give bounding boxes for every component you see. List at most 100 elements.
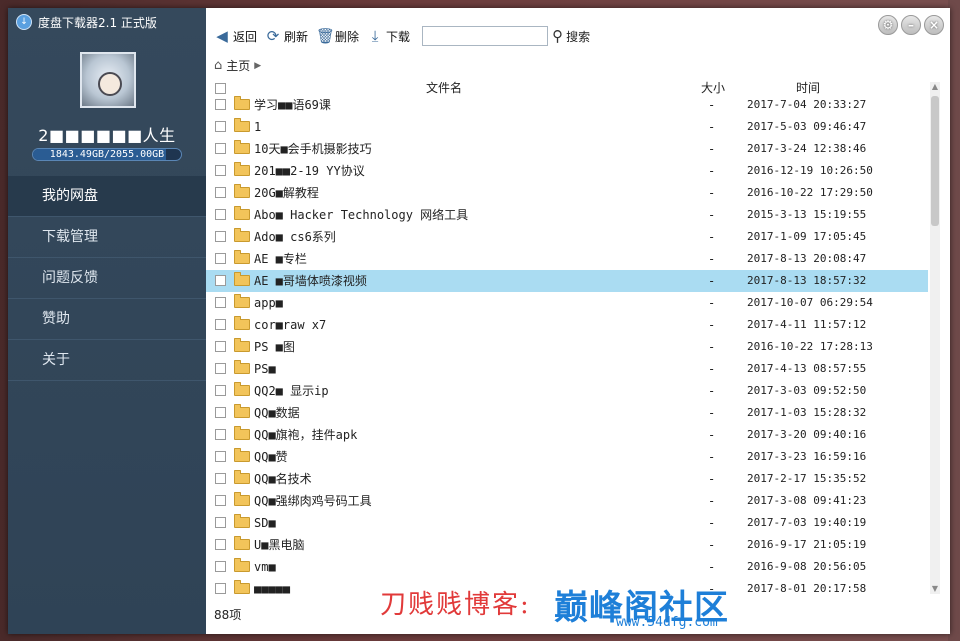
file-row[interactable]: U■黑电脑 - 2016-9-17 21:05:19: [206, 534, 928, 556]
row-checkbox[interactable]: [215, 275, 226, 286]
file-row[interactable]: QQ2■ 显示ip - 2017-3-03 09:52:50: [206, 380, 928, 402]
file-row[interactable]: 1 - 2017-5-03 09:46:47: [206, 116, 928, 138]
vertical-scrollbar[interactable]: ▲ ▼: [930, 82, 940, 594]
close-button[interactable]: ×: [924, 15, 944, 35]
row-checkbox[interactable]: [215, 99, 226, 110]
file-row[interactable]: QQ■数据 - 2017-1-03 15:28:32: [206, 402, 928, 424]
file-name[interactable]: Abo■ Hacker Technology 网络工具: [254, 204, 468, 226]
sidebar-item[interactable]: 赞助: [8, 299, 206, 340]
sidebar-item[interactable]: 下载管理: [8, 217, 206, 258]
file-name[interactable]: 201■■2-19 YY协议: [254, 160, 365, 182]
file-name[interactable]: ■■■■■: [254, 578, 290, 594]
file-name[interactable]: cor■raw x7: [254, 314, 326, 336]
refresh-button[interactable]: ⟳ 刷新: [265, 27, 308, 45]
row-checkbox[interactable]: [215, 583, 226, 594]
file-name[interactable]: Ado■ cs6系列: [254, 226, 336, 248]
file-name[interactable]: QQ■名技术: [254, 468, 312, 490]
file-row[interactable]: AE ■专栏 - 2017-8-13 20:08:47: [206, 248, 928, 270]
file-name[interactable]: AE ■哥墙体喷漆视频: [254, 270, 367, 292]
file-time: 2017-3-23 16:59:16: [747, 450, 867, 463]
file-name[interactable]: QQ■强绑肉鸡号码工具: [254, 490, 372, 512]
search-button[interactable]: ⚲ 搜索: [552, 27, 590, 45]
app-title: 度盘下载器2.1 正式版: [38, 15, 157, 30]
window-controls: ⚙ – ×: [878, 15, 944, 35]
file-row[interactable]: 20G■解教程 - 2016-10-22 17:29:50: [206, 182, 928, 204]
folder-icon: [234, 580, 250, 594]
file-name[interactable]: 1: [254, 116, 261, 138]
row-checkbox[interactable]: [215, 539, 226, 550]
download-button[interactable]: ⤓ 下载: [367, 27, 410, 45]
file-name[interactable]: PS■: [254, 358, 276, 380]
file-row[interactable]: QQ■旗袍，挂件apk - 2017-3-20 09:40:16: [206, 424, 928, 446]
scroll-down-icon[interactable]: ▼: [930, 584, 940, 594]
file-row[interactable]: Abo■ Hacker Technology 网络工具 - 2015-3-13 15…: [206, 204, 928, 226]
row-checkbox[interactable]: [215, 319, 226, 330]
file-name[interactable]: PS ■图: [254, 336, 295, 358]
row-checkbox[interactable]: [215, 451, 226, 462]
app-window: ↓ 度盘下载器2.1 正式版 2■■■■■■人生 1843.49GB/2055.…: [8, 8, 950, 634]
file-row[interactable]: cor■raw x7 - 2017-4-11 11:57:12: [206, 314, 928, 336]
row-checkbox[interactable]: [215, 165, 226, 176]
file-name[interactable]: 学习■■语69课: [254, 94, 331, 116]
settings-button[interactable]: ⚙: [878, 15, 898, 35]
folder-icon: [234, 536, 250, 550]
file-name[interactable]: SD■: [254, 512, 276, 534]
file-row[interactable]: 201■■2-19 YY协议 - 2016-12-19 10:26:50: [206, 160, 928, 182]
file-name[interactable]: vm■: [254, 556, 276, 578]
file-size: -: [708, 384, 716, 398]
row-checkbox[interactable]: [215, 495, 226, 506]
folder-icon: [234, 250, 250, 264]
breadcrumb-home[interactable]: 主页: [226, 57, 250, 74]
file-name[interactable]: QQ■数据: [254, 402, 300, 424]
file-name[interactable]: AE ■专栏: [254, 248, 307, 270]
file-row[interactable]: SD■ - 2017-7-03 19:40:19: [206, 512, 928, 534]
row-checkbox[interactable]: [215, 407, 226, 418]
file-name[interactable]: QQ2■ 显示ip: [254, 380, 329, 402]
file-row[interactable]: QQ■强绑肉鸡号码工具 - 2017-3-08 09:41:23: [206, 490, 928, 512]
row-checkbox[interactable]: [215, 121, 226, 132]
file-row[interactable]: app■ - 2017-10-07 06:29:54: [206, 292, 928, 314]
file-name[interactable]: 20G■解教程: [254, 182, 319, 204]
file-row[interactable]: PS■ - 2017-4-13 08:57:55: [206, 358, 928, 380]
row-checkbox[interactable]: [215, 143, 226, 154]
scroll-thumb[interactable]: [931, 96, 939, 226]
file-row[interactable]: 学习■■语69课 - 2017-7-04 20:33:27: [206, 94, 928, 116]
sidebar-item[interactable]: 我的网盘: [8, 176, 206, 217]
row-checkbox[interactable]: [215, 231, 226, 242]
row-checkbox[interactable]: [215, 297, 226, 308]
file-row[interactable]: vm■ - 2016-9-08 20:56:05: [206, 556, 928, 578]
search-input[interactable]: [422, 26, 549, 46]
folder-icon: [234, 558, 250, 572]
back-button[interactable]: ◀ 返回: [214, 27, 257, 45]
refresh-icon: ⟳: [266, 27, 280, 45]
quota-bar: 1843.49GB/2055.00GB: [32, 148, 182, 161]
file-name[interactable]: QQ■赞: [254, 446, 288, 468]
sidebar-item[interactable]: 关于: [8, 340, 206, 381]
delete-button[interactable]: 🗑 删除: [316, 27, 359, 45]
minimize-button[interactable]: –: [901, 15, 921, 35]
file-row[interactable]: QQ■名技术 - 2017-2-17 15:35:52: [206, 468, 928, 490]
file-name[interactable]: QQ■旗袍，挂件apk: [254, 424, 357, 446]
row-checkbox[interactable]: [215, 561, 226, 572]
select-all-checkbox[interactable]: [215, 83, 226, 94]
file-row[interactable]: QQ■赞 - 2017-3-23 16:59:16: [206, 446, 928, 468]
file-row[interactable]: AE ■哥墙体喷漆视频 - 2017-8-13 18:57:32: [206, 270, 928, 292]
row-checkbox[interactable]: [215, 363, 226, 374]
row-checkbox[interactable]: [215, 341, 226, 352]
file-name[interactable]: 10天■会手机摄影技巧: [254, 138, 372, 160]
folder-icon: [234, 404, 250, 418]
row-checkbox[interactable]: [215, 385, 226, 396]
row-checkbox[interactable]: [215, 429, 226, 440]
sidebar-item[interactable]: 问题反馈: [8, 258, 206, 299]
row-checkbox[interactable]: [215, 473, 226, 484]
row-checkbox[interactable]: [215, 209, 226, 220]
file-name[interactable]: app■: [254, 292, 283, 314]
file-row[interactable]: Ado■ cs6系列 - 2017-1-09 17:05:45: [206, 226, 928, 248]
file-row[interactable]: 10天■会手机摄影技巧 - 2017-3-24 12:38:46: [206, 138, 928, 160]
row-checkbox[interactable]: [215, 187, 226, 198]
row-checkbox[interactable]: [215, 253, 226, 264]
file-row[interactable]: PS ■图 - 2016-10-22 17:28:13: [206, 336, 928, 358]
row-checkbox[interactable]: [215, 517, 226, 528]
scroll-up-icon[interactable]: ▲: [930, 82, 940, 92]
file-name[interactable]: U■黑电脑: [254, 534, 304, 556]
